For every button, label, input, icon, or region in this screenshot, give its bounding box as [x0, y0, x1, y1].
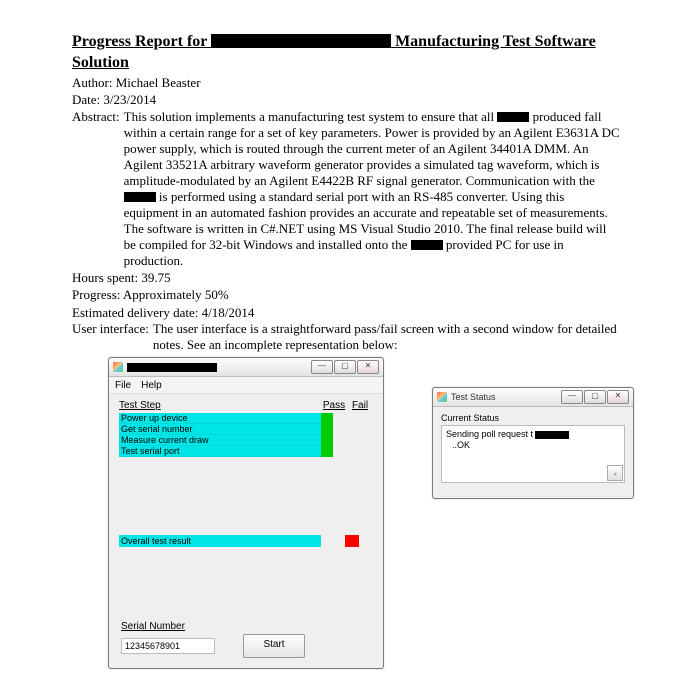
redaction — [127, 363, 217, 372]
maximize-button[interactable]: ▢ — [334, 360, 356, 374]
test-row: Power up device — [119, 413, 373, 424]
minimize-button[interactable]: — — [561, 390, 583, 404]
start-button[interactable]: Start — [243, 634, 305, 658]
test-header: Test Step Pass Fail — [119, 400, 373, 411]
date-line: Date: 3/23/2014 — [72, 91, 620, 109]
menu-file[interactable]: File — [115, 380, 131, 391]
redaction — [211, 34, 391, 48]
pass-indicator — [321, 424, 333, 435]
redaction — [535, 431, 569, 439]
ui-description: User interface: The user interface is a … — [72, 321, 620, 353]
overall-result: Overall test result — [119, 535, 373, 547]
serial-input[interactable]: 12345678901 — [121, 638, 215, 654]
title-pre: Progress Report for — [72, 33, 207, 50]
redaction — [497, 112, 529, 122]
test-row: Test serial port — [119, 446, 373, 457]
redaction — [411, 240, 443, 250]
status-text: Sending poll request t ..OK ⌟ — [441, 425, 625, 483]
serial-label: Serial Number — [121, 621, 371, 632]
app-icon — [437, 392, 447, 402]
minimize-button[interactable]: — — [311, 360, 333, 374]
fail-indicator — [345, 535, 359, 547]
status-label: Current Status — [441, 413, 625, 423]
progress-line: Progress: Approximately 50% — [72, 286, 620, 304]
abstract: Abstract: This solution implements a man… — [72, 109, 620, 269]
delivery-line: Estimated delivery date: 4/18/2014 — [72, 304, 620, 322]
titlebar[interactable]: — ▢ ✕ — [109, 358, 383, 377]
test-row: Get serial number — [119, 424, 373, 435]
author-line: Author: Michael Beaster — [72, 74, 620, 92]
window-title: Test Status — [451, 392, 557, 402]
app-icon — [113, 362, 123, 372]
hours-line: Hours spent: 39.75 — [72, 269, 620, 287]
pass-indicator — [321, 435, 333, 446]
titlebar[interactable]: Test Status — ▢ ✕ — [433, 388, 633, 407]
scroll-corner[interactable]: ⌟ — [607, 465, 623, 481]
main-app-window: — ▢ ✕ File Help Test Step Pass Fail Powe… — [108, 357, 384, 669]
pass-indicator — [321, 413, 333, 424]
maximize-button[interactable]: ▢ — [584, 390, 606, 404]
pass-indicator — [321, 446, 333, 457]
status-window: Test Status — ▢ ✕ Current Status Sending… — [432, 387, 634, 499]
menu-bar: File Help — [109, 377, 383, 394]
report-title: Progress Report for Manufacturing Test S… — [72, 32, 620, 74]
close-button[interactable]: ✕ — [357, 360, 379, 374]
close-button[interactable]: ✕ — [607, 390, 629, 404]
redaction — [124, 192, 156, 202]
menu-help[interactable]: Help — [141, 380, 162, 391]
test-row: Measure current draw — [119, 435, 373, 446]
